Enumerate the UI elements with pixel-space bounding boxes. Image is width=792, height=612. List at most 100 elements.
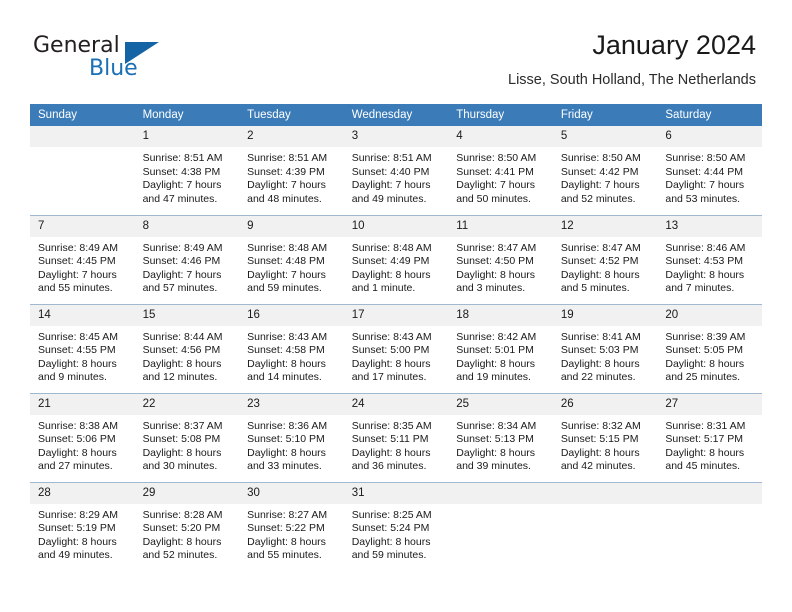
calendar-day-cell[interactable]: 31 Sunrise: 8:25 AM Sunset: 5:24 PM Dayligh… bbox=[343, 481, 449, 571]
calendar-day-cell[interactable]: 15 Sunrise: 8:44 AM Sunset: 4:56 PM Dayligh… bbox=[134, 303, 240, 393]
day-number: 7 bbox=[30, 215, 135, 237]
day-cell-inner: 16 Sunrise: 8:43 AM Sunset: 4:58 PM Dayligh… bbox=[239, 304, 344, 393]
daylight-duration-line2: and 12 minutes. bbox=[142, 371, 218, 384]
sunrise-time: Sunrise: 8:47 AM bbox=[560, 241, 641, 254]
daylight-duration-line2: and 9 minutes. bbox=[38, 371, 107, 384]
daylight-duration-line2: and 49 minutes. bbox=[351, 192, 427, 205]
day-details: Sunrise: 8:51 AM Sunset: 4:38 PM Daylight:… bbox=[135, 147, 240, 206]
calendar-day-cell[interactable]: 19 Sunrise: 8:41 AM Sunset: 5:03 PM Dayligh… bbox=[552, 303, 658, 393]
daylight-duration-line1: Daylight: 8 hours bbox=[456, 268, 536, 281]
calendar-day-cell[interactable]: 6 Sunrise: 8:50 AM Sunset: 4:44 PM Daylight… bbox=[657, 126, 762, 215]
calendar-body: 1 Sunrise: 8:51 AM Sunset: 4:38 PM Daylight… bbox=[30, 126, 762, 571]
daylight-duration-line1: Daylight: 7 hours bbox=[456, 179, 536, 192]
sunrise-time: Sunrise: 8:35 AM bbox=[351, 419, 432, 432]
day-number: 25 bbox=[448, 393, 553, 415]
calendar-day-cell[interactable]: 22 Sunrise: 8:37 AM Sunset: 5:08 PM Dayligh… bbox=[134, 392, 240, 482]
daylight-duration-line1: Daylight: 7 hours bbox=[351, 179, 431, 192]
daylight-duration-line1: Daylight: 7 hours bbox=[142, 179, 222, 192]
day-number: 16 bbox=[239, 304, 344, 326]
day-number: 1 bbox=[134, 126, 240, 147]
day-details: Sunrise: 8:28 AM Sunset: 5:20 PM Daylight:… bbox=[135, 504, 240, 563]
daylight-duration-line1: Daylight: 8 hours bbox=[38, 446, 117, 459]
calendar-week-row: 7 Sunrise: 8:49 AM Sunset: 4:45 PM Daylight… bbox=[30, 214, 762, 304]
day-cell-inner: 9 Sunrise: 8:48 AM Sunset: 4:48 PM Daylight… bbox=[239, 215, 344, 304]
sunrise-time: Sunrise: 8:50 AM bbox=[560, 152, 641, 164]
day-details: Sunrise: 8:49 AM Sunset: 4:45 PM Daylight:… bbox=[30, 237, 135, 296]
calendar-day-cell-empty bbox=[448, 481, 553, 572]
sunset-time: Sunset: 4:49 PM bbox=[351, 255, 430, 268]
daylight-duration-line1: Daylight: 8 hours bbox=[247, 357, 326, 370]
daylight-duration-line2: and 49 minutes. bbox=[38, 549, 113, 562]
calendar-day-cell[interactable]: 26 Sunrise: 8:32 AM Sunset: 5:15 PM Dayligh… bbox=[552, 392, 658, 482]
calendar-day-cell[interactable]: 9 Sunrise: 8:48 AM Sunset: 4:48 PM Daylight… bbox=[239, 214, 344, 304]
calendar-day-cell[interactable]: 7 Sunrise: 8:49 AM Sunset: 4:45 PM Daylight… bbox=[30, 214, 135, 304]
calendar-day-cell[interactable]: 11 Sunrise: 8:47 AM Sunset: 4:50 PM Dayligh… bbox=[448, 214, 553, 304]
daylight-duration-line2: and 3 minutes. bbox=[456, 282, 526, 295]
daylight-duration-line2: and 33 minutes. bbox=[247, 460, 322, 473]
daylight-duration-line1: Daylight: 8 hours bbox=[351, 446, 431, 459]
day-cell-inner: 29 Sunrise: 8:28 AM Sunset: 5:20 PM Dayligh… bbox=[134, 482, 240, 572]
calendar-day-cell[interactable]: 24 Sunrise: 8:35 AM Sunset: 5:11 PM Dayligh… bbox=[343, 392, 449, 482]
calendar-day-cell[interactable]: 4 Sunrise: 8:50 AM Sunset: 4:41 PM Daylight… bbox=[448, 126, 553, 215]
sunset-time: Sunset: 5:17 PM bbox=[665, 433, 744, 446]
calendar-day-cell[interactable]: 16 Sunrise: 8:43 AM Sunset: 4:58 PM Dayligh… bbox=[239, 303, 344, 393]
day-details: Sunrise: 8:50 AM Sunset: 4:44 PM Daylight:… bbox=[657, 147, 762, 206]
calendar-day-cell[interactable]: 14 Sunrise: 8:45 AM Sunset: 4:55 PM Dayligh… bbox=[30, 303, 135, 393]
calendar-day-cell[interactable]: 25 Sunrise: 8:34 AM Sunset: 5:13 PM Dayligh… bbox=[448, 392, 553, 482]
calendar-day-cell[interactable]: 29 Sunrise: 8:28 AM Sunset: 5:20 PM Dayligh… bbox=[134, 481, 240, 572]
day-number: 12 bbox=[552, 215, 658, 237]
day-details: Sunrise: 8:27 AM Sunset: 5:22 PM Daylight:… bbox=[239, 504, 344, 563]
day-details: Sunrise: 8:37 AM Sunset: 5:08 PM Daylight:… bbox=[135, 415, 240, 474]
sunset-time: Sunset: 4:48 PM bbox=[247, 255, 325, 268]
daylight-duration-line1: Daylight: 8 hours bbox=[560, 446, 640, 459]
day-cell-inner: 7 Sunrise: 8:49 AM Sunset: 4:45 PM Daylight… bbox=[30, 215, 135, 304]
daylight-duration-line1: Daylight: 8 hours bbox=[456, 446, 536, 459]
calendar-day-cell[interactable]: 17 Sunrise: 8:43 AM Sunset: 5:00 PM Dayligh… bbox=[343, 303, 449, 393]
day-number bbox=[30, 126, 135, 147]
sunrise-time: Sunrise: 8:46 AM bbox=[665, 241, 746, 254]
day-cell-inner: 22 Sunrise: 8:37 AM Sunset: 5:08 PM Dayligh… bbox=[134, 393, 240, 482]
daylight-duration-line2: and 55 minutes. bbox=[247, 549, 322, 562]
daylight-duration-line1: Daylight: 8 hours bbox=[665, 268, 745, 281]
calendar-day-cell[interactable]: 21 Sunrise: 8:38 AM Sunset: 5:06 PM Dayligh… bbox=[30, 392, 135, 482]
daylight-duration-line2: and 19 minutes. bbox=[456, 371, 531, 384]
calendar-day-cell-empty bbox=[30, 126, 135, 215]
calendar-day-cell[interactable]: 1 Sunrise: 8:51 AM Sunset: 4:38 PM Daylight… bbox=[134, 126, 240, 215]
calendar-day-cell[interactable]: 13 Sunrise: 8:46 AM Sunset: 4:53 PM Dayligh… bbox=[657, 214, 762, 304]
calendar-day-cell[interactable]: 5 Sunrise: 8:50 AM Sunset: 4:42 PM Daylight… bbox=[552, 126, 658, 215]
daylight-duration-line2: and 27 minutes. bbox=[38, 460, 113, 473]
day-details: Sunrise: 8:47 AM Sunset: 4:52 PM Daylight:… bbox=[553, 237, 658, 296]
sunrise-time: Sunrise: 8:47 AM bbox=[456, 241, 537, 254]
calendar-day-cell[interactable]: 28 Sunrise: 8:29 AM Sunset: 5:19 PM Dayligh… bbox=[30, 481, 135, 571]
calendar-day-cell[interactable]: 12 Sunrise: 8:47 AM Sunset: 4:52 PM Dayligh… bbox=[552, 214, 658, 304]
calendar-day-cell[interactable]: 20 Sunrise: 8:39 AM Sunset: 5:05 PM Dayligh… bbox=[657, 303, 762, 393]
calendar-day-cell[interactable]: 3 Sunrise: 8:51 AM Sunset: 4:40 PM Daylight… bbox=[343, 126, 449, 215]
calendar-day-cell[interactable]: 10 Sunrise: 8:48 AM Sunset: 4:49 PM Dayligh… bbox=[343, 214, 449, 304]
sunrise-time: Sunrise: 8:45 AM bbox=[38, 330, 118, 343]
day-details: Sunrise: 8:45 AM Sunset: 4:55 PM Daylight:… bbox=[30, 326, 135, 385]
sunrise-time: Sunrise: 8:44 AM bbox=[142, 330, 223, 343]
day-cell-inner: 24 Sunrise: 8:35 AM Sunset: 5:11 PM Dayligh… bbox=[343, 393, 449, 482]
day-cell-inner: 21 Sunrise: 8:38 AM Sunset: 5:06 PM Dayligh… bbox=[30, 393, 135, 482]
day-number: 5 bbox=[552, 126, 658, 147]
calendar-day-cell[interactable]: 8 Sunrise: 8:49 AM Sunset: 4:46 PM Daylight… bbox=[134, 214, 240, 304]
weekday-header-saturday: Saturday bbox=[657, 104, 762, 126]
calendar-day-cell[interactable]: 30 Sunrise: 8:27 AM Sunset: 5:22 PM Dayligh… bbox=[239, 481, 344, 571]
sunset-time: Sunset: 4:58 PM bbox=[247, 344, 325, 357]
calendar-day-cell[interactable]: 23 Sunrise: 8:36 AM Sunset: 5:10 PM Dayligh… bbox=[239, 392, 344, 482]
calendar-day-cell[interactable]: 2 Sunrise: 8:51 AM Sunset: 4:39 PM Daylight… bbox=[239, 126, 344, 215]
sunset-time: Sunset: 5:03 PM bbox=[560, 344, 639, 357]
daylight-duration-line2: and 36 minutes. bbox=[351, 460, 427, 473]
calendar-day-cell[interactable]: 18 Sunrise: 8:42 AM Sunset: 5:01 PM Dayligh… bbox=[448, 303, 553, 393]
day-number: 28 bbox=[30, 482, 135, 504]
daylight-duration-line1: Daylight: 8 hours bbox=[560, 268, 640, 281]
sunrise-time: Sunrise: 8:28 AM bbox=[142, 508, 223, 521]
day-details: Sunrise: 8:25 AM Sunset: 5:24 PM Daylight:… bbox=[344, 504, 449, 563]
day-details: Sunrise: 8:51 AM Sunset: 4:40 PM Daylight:… bbox=[344, 147, 449, 206]
day-cell-inner bbox=[448, 482, 553, 572]
daylight-duration-line2: and 57 minutes. bbox=[142, 282, 218, 295]
daylight-duration-line1: Daylight: 8 hours bbox=[665, 446, 745, 459]
day-details: Sunrise: 8:47 AM Sunset: 4:50 PM Daylight:… bbox=[448, 237, 553, 296]
logo-text-blue: Blue bbox=[89, 56, 138, 81]
calendar-day-cell[interactable]: 27 Sunrise: 8:31 AM Sunset: 5:17 PM Dayligh… bbox=[657, 392, 762, 482]
